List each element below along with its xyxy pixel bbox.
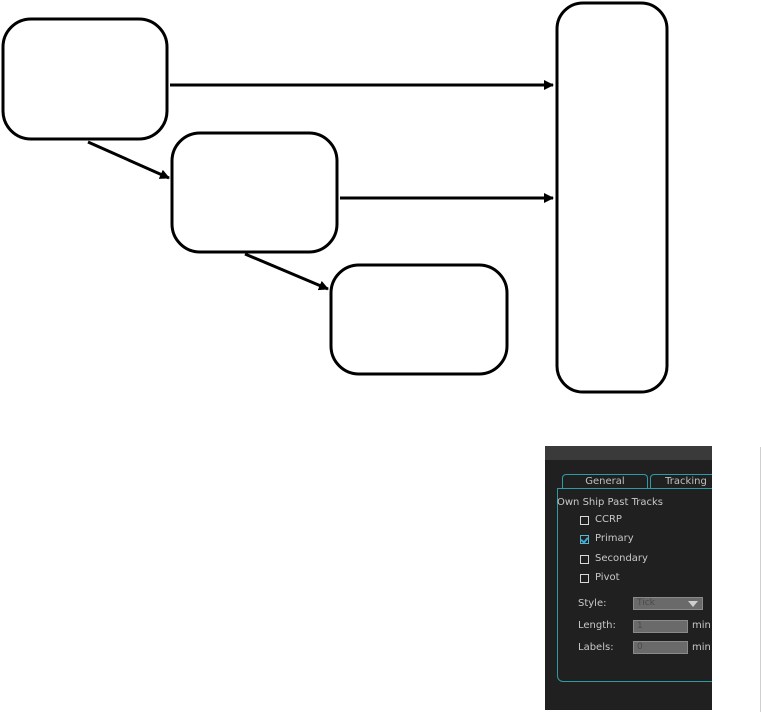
diagram-box-1 [1,17,169,141]
diagram-box-target [555,1,669,394]
checkbox-ccrp-box[interactable] [580,516,589,525]
arrow-box1-to-box2 [87,140,170,180]
checkbox-pivot-label: Pivot [595,572,620,583]
arrow-box2-to-box3 [244,252,329,291]
section-title: Own Ship Past Tracks [557,497,663,508]
checkbox-secondary-box[interactable] [580,555,589,564]
length-label: Length: [578,620,616,631]
style-label: Style: [578,598,607,609]
checkbox-ccrp-label: CCRP [595,514,622,525]
tracking-settings-panel: General Tracking Own Ship Past Tracks CC… [545,446,712,710]
checkbox-primary-label: Primary [595,533,634,544]
length-unit: min [692,620,711,631]
style-value: Tick [637,598,655,608]
style-dropdown[interactable]: Tick [633,597,703,610]
checkbox-pivot-box[interactable] [580,574,589,583]
tab-general[interactable]: General [562,474,648,489]
labels-unit: min [692,642,711,653]
diagram-box-2 [170,131,339,254]
labels-label: Labels: [578,642,614,653]
checkbox-secondary-label: Secondary [595,553,648,564]
tab-tracking[interactable]: Tracking [650,474,712,489]
labels-input[interactable]: 0 [633,641,688,654]
diagram-box-3 [329,263,509,376]
checkbox-primary-box[interactable] [580,535,589,544]
length-input[interactable]: 1 [633,620,688,633]
chevron-down-icon [688,601,698,607]
panel-top-bar [545,446,712,460]
